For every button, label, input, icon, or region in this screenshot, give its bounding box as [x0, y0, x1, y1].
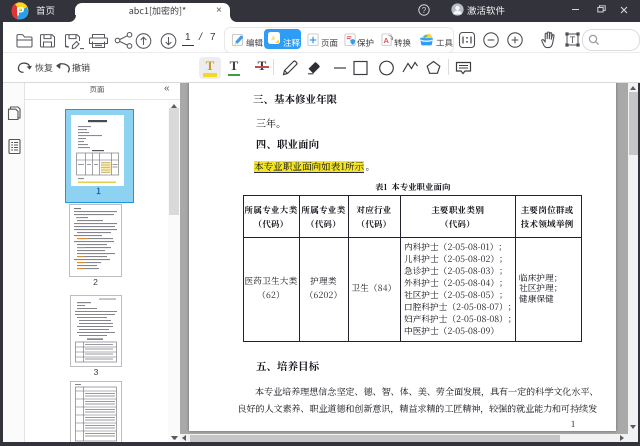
svg-text:A: A	[384, 36, 390, 45]
svg-text:P: P	[16, 5, 24, 19]
svg-text:?: ?	[422, 6, 427, 15]
svg-text:T: T	[570, 35, 576, 45]
